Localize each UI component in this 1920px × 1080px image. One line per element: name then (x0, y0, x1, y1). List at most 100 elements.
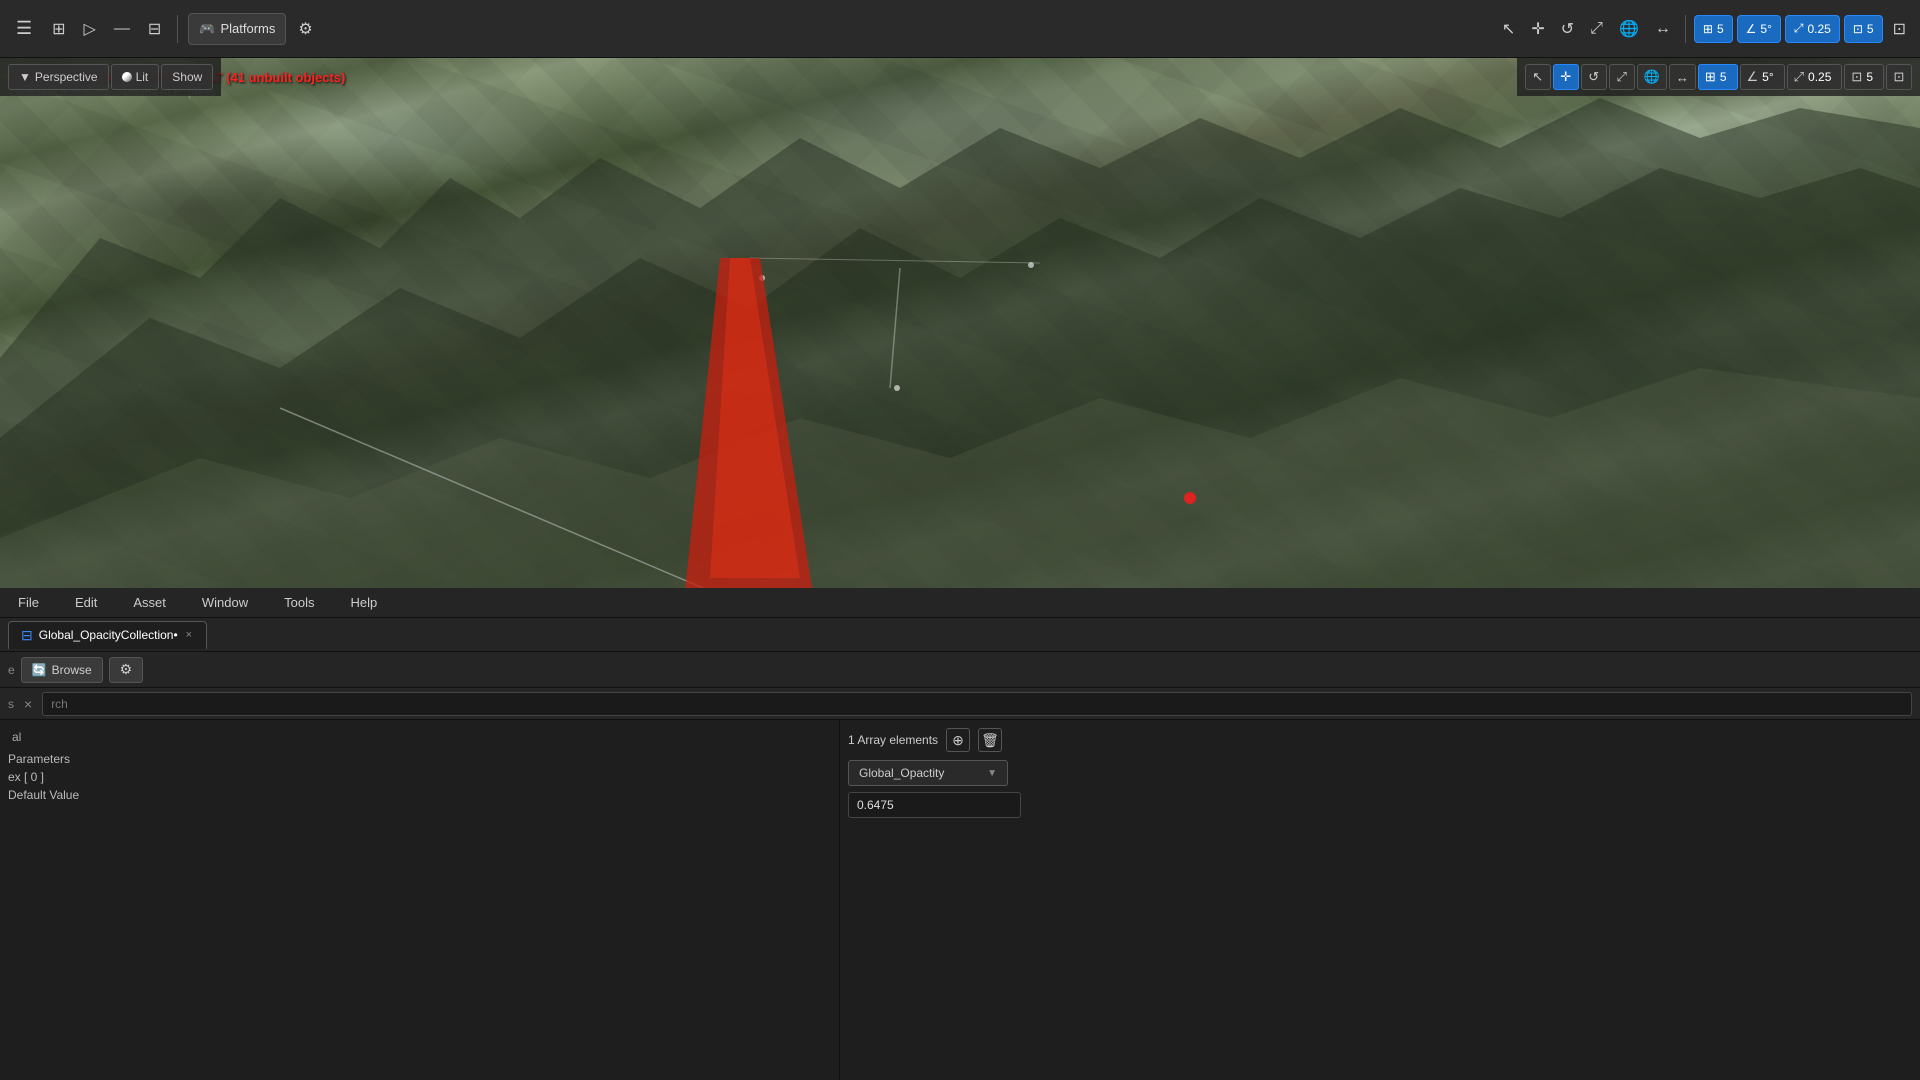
vp-angle-num: 5° (1758, 70, 1777, 84)
menu-edit[interactable]: Edit (67, 591, 105, 614)
delete-icon: 🗑 (981, 732, 999, 749)
hamburger-icon: ☰ (16, 18, 32, 38)
scale-icon: ⤢ (1794, 21, 1804, 36)
vp-scale-val-btn[interactable]: ⤢ 0.25 (1787, 64, 1843, 90)
toolbar-row: e 🔄 Browse ⚙ (0, 652, 1920, 688)
section-label: al (8, 728, 831, 746)
world-icon-btn[interactable]: 🌐 (1613, 13, 1645, 45)
scale-num: 0.25 (1807, 22, 1830, 36)
grid-num: 5 (1717, 22, 1724, 36)
vp-rotate-btn[interactable]: ↺ (1581, 64, 1607, 90)
snap-icon: ⊡ (1853, 22, 1863, 36)
show-view-btn[interactable]: Show (161, 64, 213, 90)
dropdown-arrow-icon: ▼ (987, 768, 997, 779)
snap-num-btn[interactable]: ⊡ 5 (1844, 15, 1883, 43)
top-toolbar: ☰ ⊞ ▷ — ⊟ 🎮 Platforms ⚙ ↖ ✛ ↺ ⤢ 🌐 ↔ ⊞ 5 … (0, 0, 1920, 58)
perspective-icon: ▼ (19, 70, 31, 84)
index-row: ex [ 0 ] (8, 770, 831, 784)
toolbar-icon-mode2[interactable]: ▷ (78, 13, 102, 45)
tab-icon: ⊟ (21, 627, 33, 644)
global-opacity-dropdown[interactable]: Global_Opactity ▼ (848, 760, 1008, 786)
vp-grid-num: 5 (1716, 70, 1731, 84)
index-label: ex [ 0 ] (8, 770, 108, 784)
vp-fullscreen-btn[interactable]: ⊡ (1886, 64, 1912, 90)
vp-translate-btn[interactable]: ✛ (1553, 64, 1579, 90)
right-panel: 1 Array elements ⊕ 🗑 Global_Opactity ▼ (840, 720, 1920, 1080)
vp-scale-btn[interactable]: ⤢ (1609, 64, 1635, 90)
filter-input[interactable] (42, 692, 1912, 716)
snap-num: 5 (1867, 22, 1874, 36)
maximize-btn[interactable]: ⊡ (1887, 13, 1912, 45)
menu-bar: File Edit Asset Window Tools Help (0, 588, 1920, 618)
platforms-button[interactable]: 🎮 Platforms (188, 13, 286, 45)
default-value-input[interactable] (848, 792, 1021, 818)
toolbar-icon-mode1[interactable]: ⊞ (46, 13, 71, 45)
move-tool-btn[interactable]: ✛ (1525, 13, 1550, 45)
browse-icon: 🔄 (32, 663, 47, 677)
scale-tool-btn[interactable]: ⤢ (1584, 13, 1609, 45)
vp-snap-num: 5 (1862, 70, 1877, 84)
show-label: Show (172, 70, 202, 84)
local-icon-btn[interactable]: ↔ (1649, 13, 1677, 45)
default-value-input-row (848, 792, 1912, 818)
vp-world-btn[interactable]: 🌐 (1637, 64, 1667, 90)
bottom-panel: ⊟ Global_OpacityCollection• × e 🔄 Browse… (0, 618, 1920, 1080)
delete-element-btn[interactable]: 🗑 (978, 728, 1002, 752)
lit-circle-icon (122, 72, 132, 82)
parameters-row: Parameters (8, 752, 831, 766)
menu-asset[interactable]: Asset (125, 591, 174, 614)
vp-scale-val: 0.25 (1804, 70, 1835, 84)
perspective-label: Perspective (35, 70, 98, 84)
angle-icon: ∠ (1746, 22, 1757, 36)
active-tab[interactable]: ⊟ Global_OpacityCollection• × (8, 621, 207, 649)
parameters-label: Parameters (8, 752, 108, 766)
viewport-left-controls: ▼ Perspective Lit Show (0, 58, 221, 96)
default-value-label: Default Value (8, 788, 108, 802)
viewport-right-controls: ↖ ✛ ↺ ⤢ 🌐 ↔ ⊞ 5 ∠ 5° ⤢ 0.25 ⊡ 5 ⊡ (1517, 58, 1920, 96)
vp-local-btn[interactable]: ↔ (1669, 64, 1696, 90)
array-elements-label: 1 Array elements (848, 733, 938, 747)
browse-label: Browse (52, 663, 92, 677)
select-tool-btn[interactable]: ↖ (1496, 13, 1521, 45)
global-opacity-value: Global_Opactity (859, 766, 944, 780)
settings-tool-btn[interactable]: ⚙ (109, 657, 144, 683)
angle-num: 5° (1760, 22, 1771, 36)
separator-2 (1685, 15, 1686, 43)
right-toolbar: ↖ ✛ ↺ ⤢ 🌐 ↔ ⊞ 5 ∠ 5° ⤢ 0.25 ⊡ 5 ⊡ (1496, 13, 1912, 45)
scale-snap-btn[interactable]: ⤢ 0.25 (1785, 15, 1840, 43)
menu-help[interactable]: Help (342, 591, 385, 614)
left-panel: al Parameters ex [ 0 ] Default Value (0, 720, 840, 1080)
separator-1 (177, 15, 178, 43)
tab-label: Global_OpacityCollection• (39, 628, 178, 642)
angle-snap-btn[interactable]: ∠ 5° (1737, 15, 1781, 43)
perspective-view-btn[interactable]: ▼ Perspective (8, 64, 109, 90)
viewport[interactable]: LIGHTING NEEDS TO BE REBUILT (41 unbuilt… (0, 58, 1920, 588)
left-edge-label: e (8, 663, 15, 677)
tab-close-btn[interactable]: × (184, 629, 194, 641)
vp-select-btn[interactable]: ↖ (1525, 64, 1551, 90)
filter-close-btn[interactable]: × (20, 696, 36, 712)
toolbar-icon-mode4[interactable]: ⊟ (142, 13, 167, 45)
settings-icon-btn[interactable]: ⚙ (292, 13, 318, 45)
add-icon: ⊕ (952, 732, 964, 749)
menu-tools[interactable]: Tools (276, 591, 322, 614)
array-header-row: 1 Array elements ⊕ 🗑 (848, 728, 1912, 752)
lit-label: Lit (136, 70, 149, 84)
menu-window[interactable]: Window (194, 591, 256, 614)
add-element-btn[interactable]: ⊕ (946, 728, 970, 752)
menu-file[interactable]: File (10, 591, 47, 614)
hamburger-button[interactable]: ☰ (8, 14, 40, 43)
filter-row: s × (0, 688, 1920, 720)
vp-angle-btn[interactable]: ∠ 5° (1740, 64, 1785, 90)
lit-view-btn[interactable]: Lit (111, 64, 160, 90)
vp-grid-btn[interactable]: ⊞ 5 (1698, 64, 1738, 90)
browse-button[interactable]: 🔄 Browse (21, 657, 103, 683)
vp-snap-btn[interactable]: ⊡ 5 (1844, 64, 1884, 90)
grid-snap-btn[interactable]: ⊞ 5 (1694, 15, 1733, 43)
toolbar-icon-mode3[interactable]: — (108, 13, 136, 45)
platforms-label: Platforms (220, 21, 275, 36)
default-value-row: Default Value (8, 788, 831, 802)
content-area: al Parameters ex [ 0 ] Default Value 1 A… (0, 720, 1920, 1080)
rotate-tool-btn[interactable]: ↺ (1555, 13, 1580, 45)
grid-icon: ⊞ (1703, 22, 1713, 36)
